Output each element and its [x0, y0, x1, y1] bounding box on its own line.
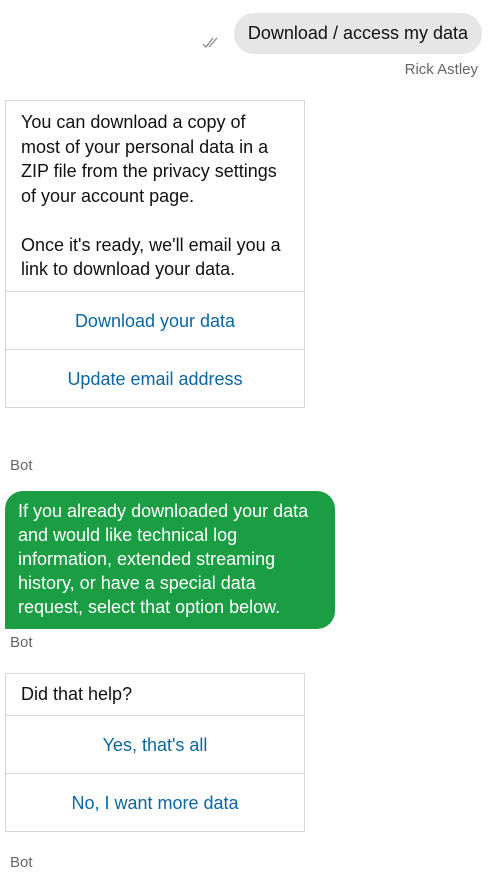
user-message-bubble: Download / access my data — [233, 13, 482, 54]
double-check-icon — [202, 35, 224, 49]
download-your-data-button[interactable]: Download your data — [6, 290, 304, 349]
update-email-address-button[interactable]: Update email address — [6, 348, 304, 407]
bot-card-data-download: You can download a copy of most of your … — [5, 100, 305, 408]
user-sender-name: Rick Astley — [404, 61, 478, 78]
bot-message-bubble: If you already downloaded your data and … — [5, 491, 335, 629]
bot-card-did-that-help: Did that help? Yes, that's all No, I wan… — [5, 673, 305, 832]
yes-thats-all-button[interactable]: Yes, that's all — [6, 714, 304, 773]
user-message-row: Download / access my data — [202, 13, 482, 54]
bot-sender-label: Bot — [10, 457, 33, 474]
bot-card-question: Did that help? — [21, 684, 133, 704]
bot-card-text: You can download a copy of most of your … — [21, 112, 281, 279]
bot-sender-label: Bot — [10, 634, 33, 651]
bot-sender-label: Bot — [10, 854, 33, 871]
want-more-data-button[interactable]: No, I want more data — [6, 772, 304, 831]
